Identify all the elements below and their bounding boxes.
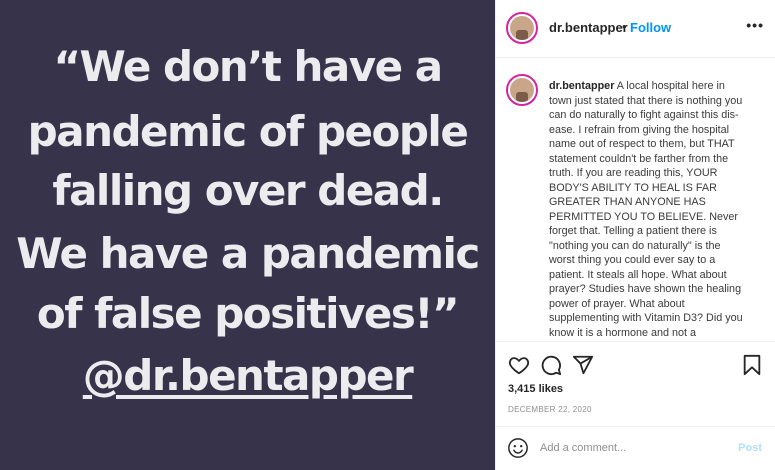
more-options-icon[interactable]: ••• (746, 17, 764, 33)
post-date[interactable]: DECEMBER 22, 2020 (508, 405, 592, 414)
comment-bar: Add a comment... Post (496, 426, 775, 470)
post-image[interactable]: “We don’t have a pandemic of people fall… (0, 0, 495, 470)
comment-input[interactable]: Add a comment... (540, 442, 626, 454)
quote-line: falling over dead. (52, 166, 444, 215)
header-username[interactable]: dr.bentapper (549, 20, 628, 35)
quote-line: “We don’t have a (53, 42, 443, 91)
heart-icon[interactable] (508, 354, 530, 376)
separator-dot: • (622, 19, 627, 34)
caption-text: A local hospital here in town just state… (549, 80, 743, 339)
follow-button[interactable]: Follow (630, 20, 671, 35)
caption: dr.bentapper A local hospital here in to… (549, 79, 747, 340)
caption-area[interactable]: dr.bentapper A local hospital here in to… (496, 58, 775, 342)
post-sidebar: dr.bentapper • Follow ••• dr.bentapper A… (495, 0, 775, 470)
smiley-icon[interactable] (507, 437, 529, 459)
avatar[interactable] (506, 74, 538, 106)
quote-line: pandemic of people (27, 107, 469, 156)
avatar[interactable] (506, 12, 538, 44)
post-header: dr.bentapper • Follow ••• (496, 0, 775, 58)
caption-username[interactable]: dr.bentapper (549, 80, 614, 92)
bookmark-icon[interactable] (741, 354, 763, 376)
comment-bubble-icon[interactable] (540, 354, 562, 376)
action-bar (496, 352, 775, 380)
paper-plane-icon[interactable] (572, 354, 594, 376)
quote-line: of false positives!” (36, 289, 460, 338)
post-comment-button[interactable]: Post (738, 442, 762, 454)
quote-line: We have a pandemic (16, 229, 480, 278)
likes-count[interactable]: 3,415 likes (508, 383, 563, 395)
quote-handle: @dr.bentapper (82, 351, 414, 400)
